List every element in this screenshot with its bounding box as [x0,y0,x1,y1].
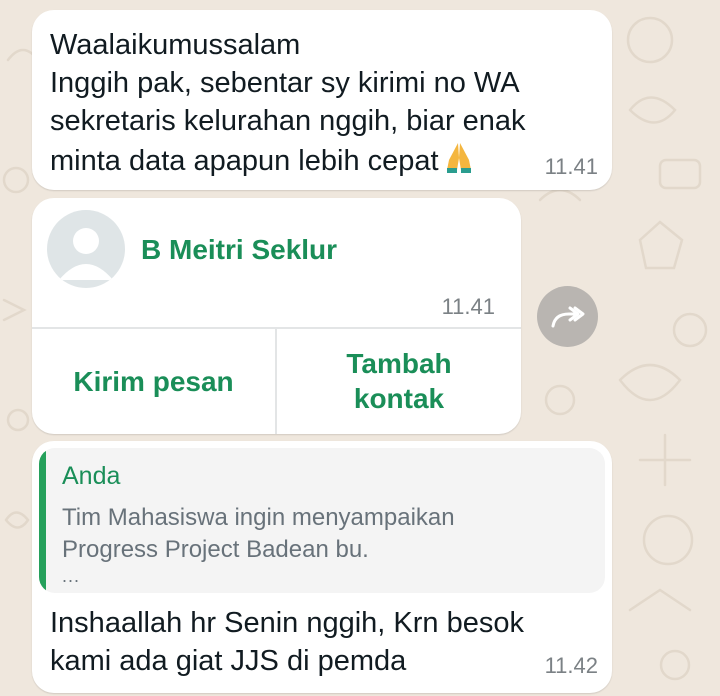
default-avatar-icon[interactable] [47,210,125,288]
forward-icon [551,306,584,327]
quote-accent-bar [39,448,46,593]
message-line: Inggih pak, sebentar sy kirimi no WA [50,67,520,99]
quote-line: Progress Project Badean bu. [62,536,369,563]
message-timestamp: 11.41 [441,294,495,319]
message-line: Waalaikumussalam [50,29,301,61]
message-timestamp: 11.42 [544,653,598,678]
message-text: Waalaikumussalam Inggih pak, sebentar sy… [50,26,570,180]
message-line: Inshaallah hr Senin nggih, Krn besok [50,607,524,639]
add-contact-label-line: kontak [353,383,445,414]
message-text: Inshaallah hr Senin nggih, Krn besok kam… [50,604,524,680]
forward-button[interactable] [537,286,598,347]
reply-message-bubble[interactable]: Anda Tim Mahasiswa ingin menyampaikan Pr… [32,441,612,693]
quote-author: Anda [62,462,121,490]
incoming-message-bubble[interactable]: Waalaikumussalam Inggih pak, sebentar sy… [32,10,612,190]
quote-ellipsis: ... [62,566,81,586]
quoted-message[interactable]: Anda Tim Mahasiswa ingin menyampaikan Pr… [39,448,605,593]
contact-card-bubble[interactable]: B Meitri Seklur 11.41 Kirim pesan Tambah… [32,198,521,434]
send-message-button[interactable]: Kirim pesan [32,328,275,434]
message-timestamp: 11.41 [544,154,598,179]
contact-name[interactable]: B Meitri Seklur [141,234,337,266]
quote-line: Tim Mahasiswa ingin menyampaikan [62,504,455,531]
folded-hands-emoji-icon [446,143,471,173]
quote-text: Tim Mahasiswa ingin menyampaikan Progres… [62,502,455,566]
send-message-label: Kirim pesan [73,365,234,397]
add-contact-button[interactable]: Tambah kontak [277,328,521,434]
message-line-text: minta data apapun lebih cepat [50,145,439,177]
message-line: kami ada giat JJS di pemda [50,645,407,677]
message-line: minta data apapun lebih cepat [50,140,570,180]
message-line: sekretaris kelurahan nggih, biar enak [50,105,526,137]
add-contact-label: Tambah kontak [346,346,451,416]
add-contact-label-line: Tambah [346,348,452,379]
